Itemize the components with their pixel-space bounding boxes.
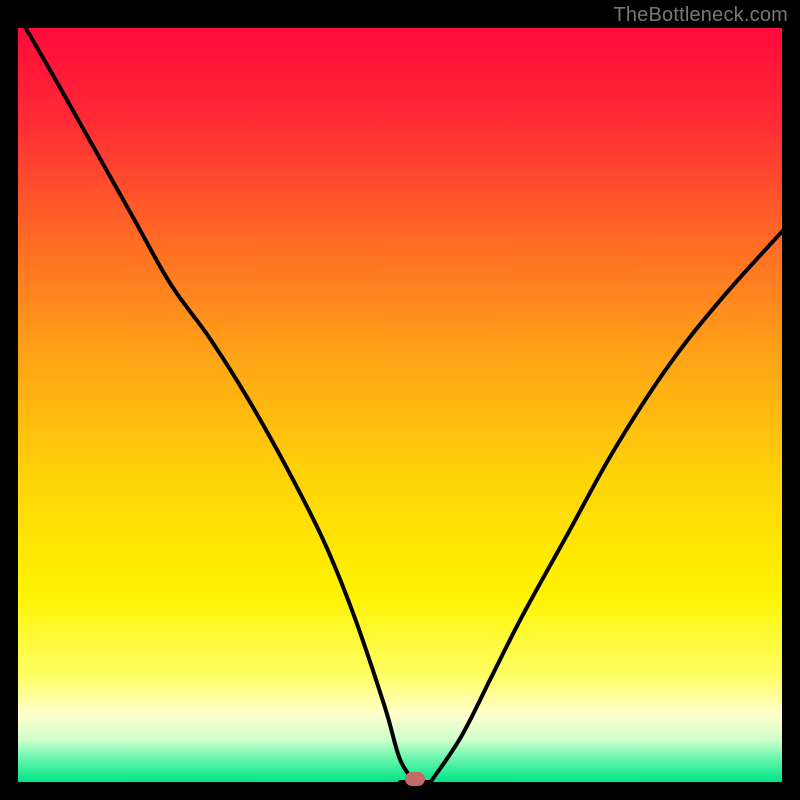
optimum-marker [405, 772, 425, 786]
bottleneck-curve [18, 28, 782, 782]
watermark-label: TheBottleneck.com [613, 4, 788, 27]
chart-frame: TheBottleneck.com [0, 0, 800, 800]
plot-area [18, 28, 782, 782]
